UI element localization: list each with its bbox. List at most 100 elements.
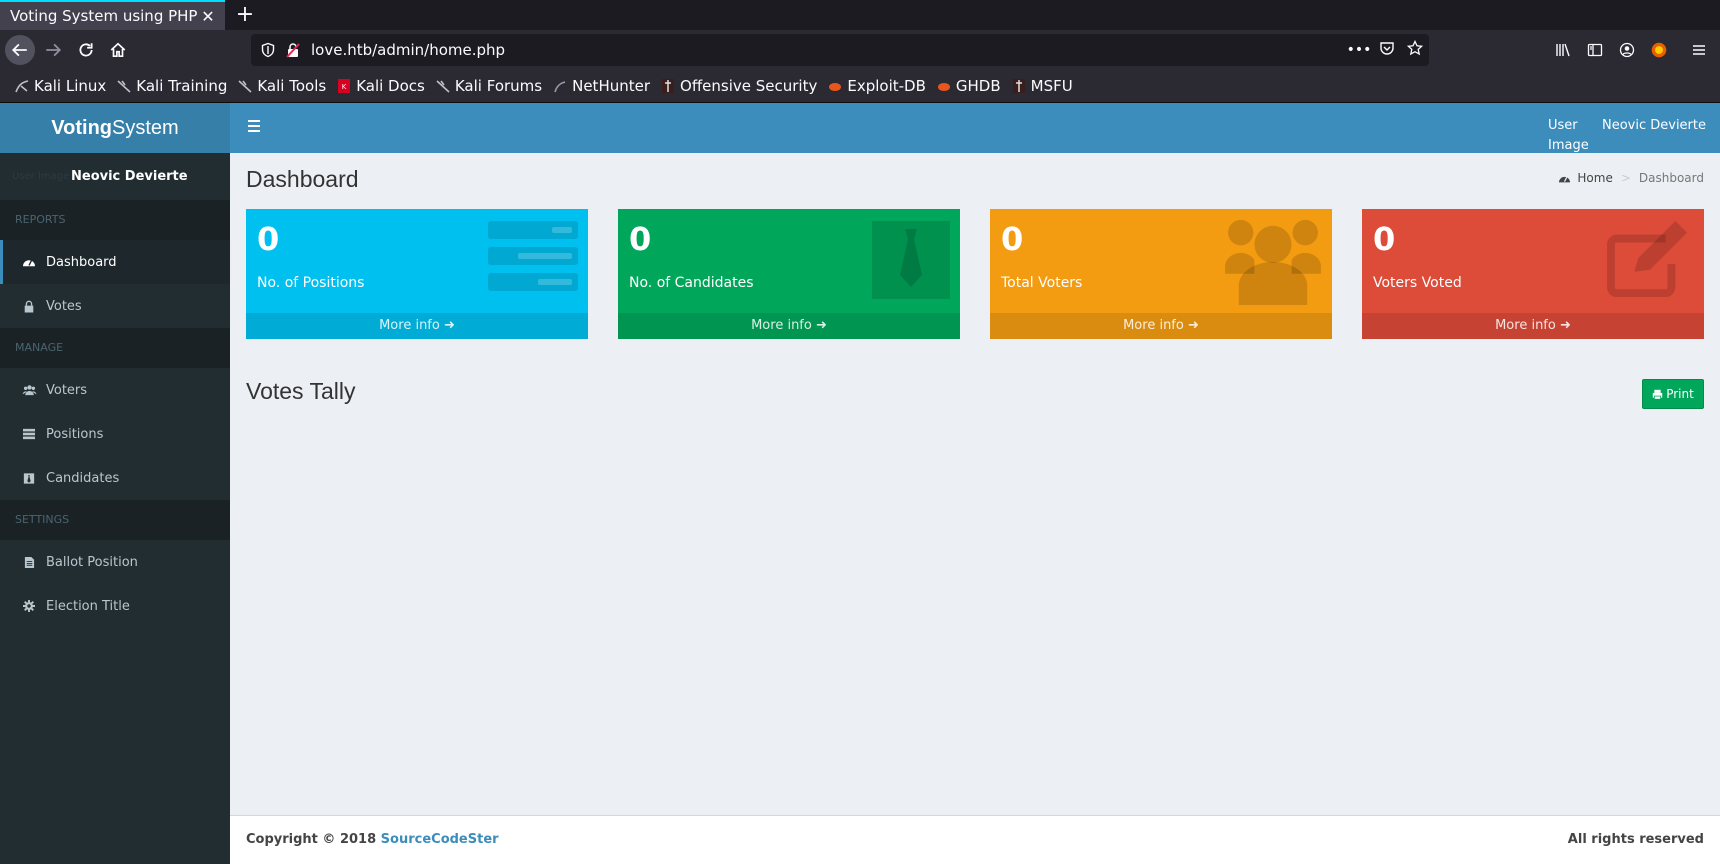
section-header-settings: SETTINGS bbox=[0, 500, 230, 540]
rights-text: All rights reserved bbox=[1567, 832, 1704, 847]
tab-title: Voting System using PHP bbox=[10, 7, 197, 25]
new-tab-button[interactable]: + bbox=[232, 2, 258, 28]
back-button[interactable] bbox=[5, 35, 35, 65]
breadcrumb-home[interactable]: Home bbox=[1577, 171, 1612, 185]
sidebar-item-election-title[interactable]: Election Title bbox=[0, 584, 230, 628]
bookmark-kali-linux[interactable]: Kali Linux bbox=[14, 77, 106, 95]
bookmark-exploit-db[interactable]: Exploit-DB bbox=[827, 77, 926, 95]
main-footer: Copyright © 2018 SourceCodeSter All righ… bbox=[230, 815, 1720, 864]
forward-button[interactable] bbox=[38, 35, 68, 65]
bookmark-kali-tools[interactable]: Kali Tools bbox=[237, 77, 326, 95]
bookmark-offensive-security[interactable]: Offensive Security bbox=[660, 77, 817, 95]
sidebar-item-ballot-position[interactable]: Ballot Position bbox=[0, 540, 230, 584]
exploitdb-icon bbox=[827, 78, 843, 94]
voted-info-box: 0 Voters Voted More info ➜ bbox=[1362, 209, 1704, 339]
tasks-icon bbox=[21, 427, 37, 441]
breadcrumb-current: Dashboard bbox=[1638, 171, 1704, 185]
bookmark-label: Kali Docs bbox=[356, 77, 425, 95]
sidebar-item-dashboard[interactable]: Dashboard bbox=[0, 240, 230, 284]
voted-label: Voters Voted bbox=[1373, 275, 1462, 291]
sourcecodester-link[interactable]: SourceCodeSter bbox=[381, 832, 499, 847]
lock-icon bbox=[21, 299, 37, 313]
reload-button[interactable] bbox=[71, 35, 101, 65]
sidebar-toggle-button[interactable] bbox=[244, 117, 266, 139]
account-icon[interactable] bbox=[1612, 35, 1642, 65]
bookmark-kali-forums[interactable]: Kali Forums bbox=[435, 77, 542, 95]
voters-more-info-link[interactable]: More info ➜ bbox=[990, 313, 1332, 339]
dashboard-icon bbox=[1559, 176, 1571, 182]
print-label: Print bbox=[1666, 387, 1694, 401]
bookmark-label: Kali Forums bbox=[454, 77, 543, 95]
voted-more-info-link[interactable]: More info ➜ bbox=[1362, 313, 1704, 339]
bookmark-msfu[interactable]: MSFU bbox=[1011, 77, 1073, 95]
user-menu[interactable]: User Image Neovic Devierte bbox=[1548, 116, 1706, 156]
sidebar-item-label: Election Title bbox=[46, 598, 130, 614]
voters-count: 0 bbox=[1001, 220, 1024, 258]
extension-icon[interactable] bbox=[1644, 35, 1674, 65]
bookmark-kali-docs[interactable]: K Kali Docs bbox=[336, 77, 425, 95]
arrow-right-icon bbox=[46, 43, 62, 57]
arrow-circle-right-icon: ➜ bbox=[1187, 318, 1199, 333]
url-text[interactable]: love.htb/admin/home.php bbox=[311, 41, 1345, 59]
tie-icon bbox=[872, 221, 950, 299]
breadcrumb: Home > Dashboard bbox=[1558, 171, 1704, 185]
navigation-toolbar: love.htb/admin/home.php ••• bbox=[0, 30, 1720, 70]
sidebar-user-name: Neovic Devierte bbox=[71, 169, 188, 184]
bookmark-label: GHDB bbox=[955, 77, 1001, 95]
address-bar[interactable]: love.htb/admin/home.php ••• bbox=[251, 34, 1429, 66]
offsec-icon bbox=[660, 78, 676, 94]
hamburger-menu-icon[interactable] bbox=[1684, 35, 1714, 65]
nethunter-icon bbox=[552, 78, 568, 94]
pocket-icon[interactable] bbox=[1373, 40, 1401, 60]
section-header-reports: REPORTS bbox=[0, 200, 230, 240]
svg-text:K: K bbox=[342, 83, 347, 91]
bookmark-kali-training[interactable]: Kali Training bbox=[116, 77, 227, 95]
candidates-label: No. of Candidates bbox=[629, 275, 754, 291]
insecure-lock-icon[interactable] bbox=[285, 42, 301, 58]
more-info-label: More info bbox=[1123, 318, 1184, 333]
logo-rest: System bbox=[112, 116, 179, 139]
logo-bold: Voting bbox=[51, 116, 113, 139]
user-avatar: User Image bbox=[1547, 118, 1589, 153]
votes-tally-title: Votes Tally bbox=[246, 378, 356, 404]
sidebar: User Image Neovic Devierte REPORTS Dashb… bbox=[0, 153, 230, 864]
bookmark-nethunter[interactable]: NetHunter bbox=[552, 77, 650, 95]
sidebar-toggle-icon[interactable] bbox=[1580, 35, 1610, 65]
bookmark-ghdb[interactable]: GHDB bbox=[936, 77, 1001, 95]
sidebar-item-positions[interactable]: Positions bbox=[0, 412, 230, 456]
arrow-circle-right-icon: ➜ bbox=[443, 318, 455, 333]
arrow-circle-right-icon: ➜ bbox=[1559, 318, 1571, 333]
tracking-shield-icon[interactable] bbox=[259, 42, 277, 58]
user-panel: User Image Neovic Devierte bbox=[0, 153, 230, 200]
kali-icon bbox=[435, 78, 451, 94]
library-icon[interactable] bbox=[1548, 35, 1578, 65]
page-actions-icon[interactable]: ••• bbox=[1345, 42, 1373, 58]
users-icon bbox=[1225, 219, 1321, 305]
close-tab-icon[interactable]: ✕ bbox=[197, 7, 219, 26]
arrow-left-icon bbox=[11, 43, 27, 57]
more-info-label: More info bbox=[379, 318, 440, 333]
bookmark-label: Offensive Security bbox=[680, 77, 818, 95]
sidebar-item-label: Candidates bbox=[46, 470, 120, 486]
voted-count: 0 bbox=[1373, 220, 1396, 258]
browser-tab[interactable]: Voting System using PHP ✕ bbox=[0, 0, 225, 30]
positions-count: 0 bbox=[257, 220, 280, 258]
user-name: Neovic Devierte bbox=[1601, 118, 1706, 133]
print-button[interactable]: Print bbox=[1642, 379, 1704, 409]
sidebar-item-votes[interactable]: Votes bbox=[0, 284, 230, 328]
candidates-info-box: 0 No. of Candidates More info ➜ bbox=[618, 209, 960, 339]
sidebar-item-label: Voters bbox=[46, 382, 88, 398]
home-button[interactable] bbox=[103, 35, 133, 65]
candidates-more-info-link[interactable]: More info ➜ bbox=[618, 313, 960, 339]
app-logo[interactable]: Voting System bbox=[0, 103, 230, 153]
sidebar-item-candidates[interactable]: Candidates bbox=[0, 456, 230, 500]
bookmark-label: NetHunter bbox=[572, 77, 651, 95]
kali-icon bbox=[14, 78, 30, 94]
sidebar-avatar: User Image bbox=[12, 171, 70, 182]
edit-icon bbox=[1607, 221, 1688, 298]
sidebar-item-voters[interactable]: Voters bbox=[0, 368, 230, 412]
bookmark-star-icon[interactable] bbox=[1401, 39, 1429, 60]
positions-more-info-link[interactable]: More info ➜ bbox=[246, 313, 588, 339]
print-icon bbox=[1652, 389, 1663, 400]
bookmark-label: Kali Training bbox=[136, 77, 228, 95]
